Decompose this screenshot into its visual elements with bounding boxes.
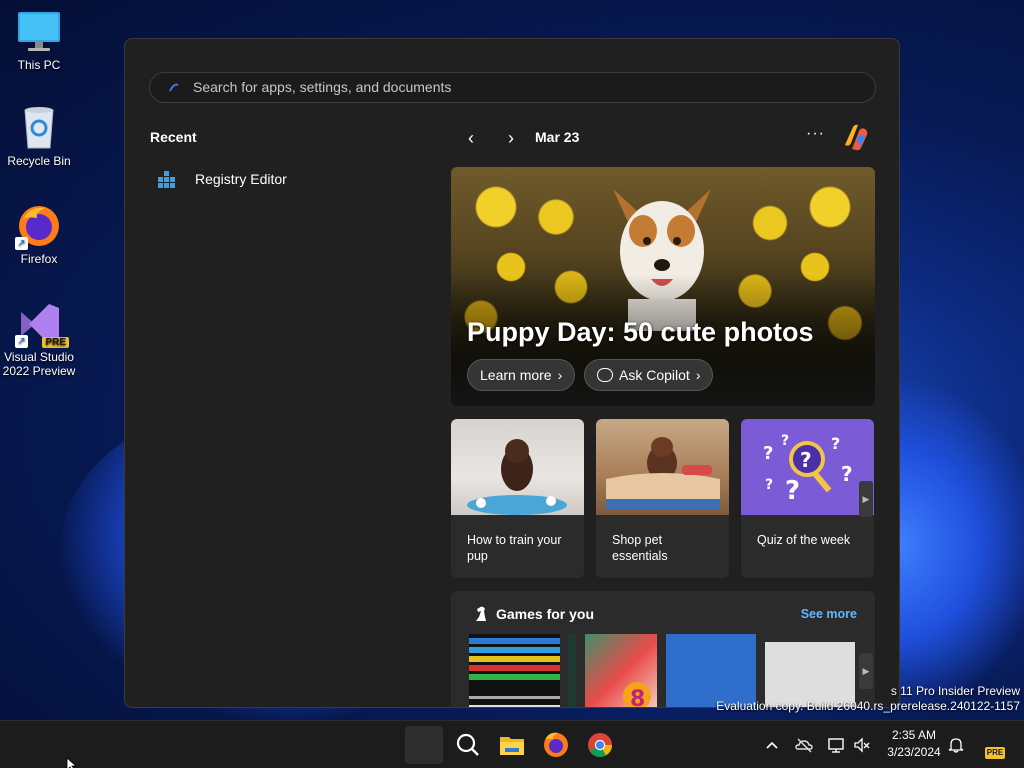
chess-piece-icon <box>476 606 486 621</box>
search-icon[interactable] <box>449 726 487 764</box>
firefox-icon: ↗ <box>15 204 63 250</box>
chevron-up-icon[interactable] <box>762 735 782 755</box>
desktop-icon-label: 2022 Preview <box>2 364 76 378</box>
desktop-icon-firefox[interactable]: ↗ Firefox <box>0 204 78 266</box>
svg-text:?: ? <box>831 434 840 453</box>
firefox-icon[interactable] <box>537 726 575 764</box>
scroll-right-icon[interactable]: ▶ <box>859 481 873 517</box>
desktop-icon-visual-studio[interactable]: ↗ PRE Visual Studio 2022 Preview <box>0 302 78 378</box>
network-icon[interactable] <box>826 735 846 755</box>
learn-more-button[interactable]: Learn more › <box>467 359 576 391</box>
feed-card[interactable]: ??????? Quiz of the week <box>741 419 874 578</box>
start-search-box[interactable]: Search for apps, settings, and documents <box>149 72 876 103</box>
svg-text:?: ? <box>785 476 800 506</box>
mouse-cursor-icon <box>66 757 78 768</box>
feed-nav: ‹ › Mar 23 ··· <box>461 124 875 151</box>
svg-text:?: ? <box>763 443 773 464</box>
taskbar-clock[interactable]: 2:35 AM 3/23/2024 <box>878 727 950 761</box>
see-more-link[interactable]: See more <box>801 607 857 621</box>
desktop-icon-label: Firefox <box>20 252 58 266</box>
recent-item-registry-editor[interactable]: Registry Editor <box>155 163 415 195</box>
hero-title: Puppy Day: 50 cute photos <box>467 317 814 347</box>
svg-text:?: ? <box>781 433 789 449</box>
games-heading: Games for you <box>496 606 595 622</box>
game-tile[interactable] <box>568 634 576 707</box>
desktop-icon-label: This PC <box>17 58 61 72</box>
desktop-icon-label: Recycle Bin <box>7 154 71 168</box>
start-button[interactable] <box>405 726 443 764</box>
search-icon <box>169 83 179 92</box>
chat-bubble-icon <box>597 368 613 382</box>
svg-text:?: ? <box>765 477 773 493</box>
hero-card[interactable]: Puppy Day: 50 cute photos Learn more › As… <box>451 167 875 406</box>
chevron-right-icon: › <box>557 367 563 383</box>
search-placeholder: Search for apps, settings, and documents <box>193 79 452 95</box>
ask-copilot-button[interactable]: Ask Copilot › <box>584 359 714 391</box>
card-image: ??????? <box>741 419 874 515</box>
card-image <box>596 419 729 515</box>
monitor-icon <box>15 10 63 54</box>
card-image <box>451 419 584 515</box>
recent-heading: Recent <box>150 129 197 145</box>
taskbar: 2:35 AM 3/23/2024 PRE <box>0 720 1024 768</box>
svg-text:8: 8 <box>630 687 645 708</box>
card-caption: How to train your pup <box>467 533 562 563</box>
recycle-bin-icon <box>15 106 63 150</box>
file-explorer-icon[interactable] <box>493 726 531 764</box>
shortcut-arrow-icon: ↗ <box>15 335 28 348</box>
recent-item-label: Registry Editor <box>195 171 287 187</box>
svg-text:?: ? <box>800 448 812 472</box>
desktop-icon-label: Visual Studio <box>4 350 74 364</box>
preview-badge: PRE <box>42 337 69 348</box>
clock-date: 3/23/2024 <box>887 745 941 759</box>
desktop-icon-this-pc[interactable]: This PC <box>0 10 78 72</box>
shortcut-arrow-icon: ↗ <box>15 237 28 250</box>
card-caption: Quiz of the week <box>757 533 851 547</box>
onedrive-offline-icon[interactable] <box>794 735 814 755</box>
svg-text:?: ? <box>841 462 853 486</box>
desktop-icon-recycle-bin[interactable]: Recycle Bin <box>0 106 78 168</box>
registry-editor-icon <box>155 167 179 191</box>
copilot-icon[interactable] <box>839 121 871 153</box>
more-options-button[interactable]: ··· <box>806 125 825 143</box>
notification-bell-icon[interactable] <box>946 735 966 755</box>
preview-badge: PRE <box>985 747 1005 759</box>
chevron-right-icon[interactable]: › <box>501 127 521 149</box>
visual-studio-icon: ↗ PRE <box>15 302 69 348</box>
chevron-left-icon[interactable]: ‹ <box>461 127 481 149</box>
clock-time: 2:35 AM <box>891 728 937 742</box>
feed-card[interactable]: Shop pet essentials <box>596 419 729 578</box>
card-caption: Shop pet essentials <box>612 533 668 563</box>
build-watermark: s 11 Pro Insider Preview Evaluation copy… <box>716 684 1020 713</box>
start-menu: Search for apps, settings, and documents… <box>124 38 900 708</box>
game-tile[interactable] <box>469 634 560 707</box>
chrome-icon[interactable] <box>581 726 619 764</box>
game-tile[interactable]: 8 <box>585 634 657 708</box>
volume-muted-icon[interactable] <box>852 735 872 755</box>
feed-date: Mar 23 <box>535 129 580 145</box>
feed-card[interactable]: How to train your pup <box>451 419 584 578</box>
chevron-right-icon: › <box>695 367 701 383</box>
